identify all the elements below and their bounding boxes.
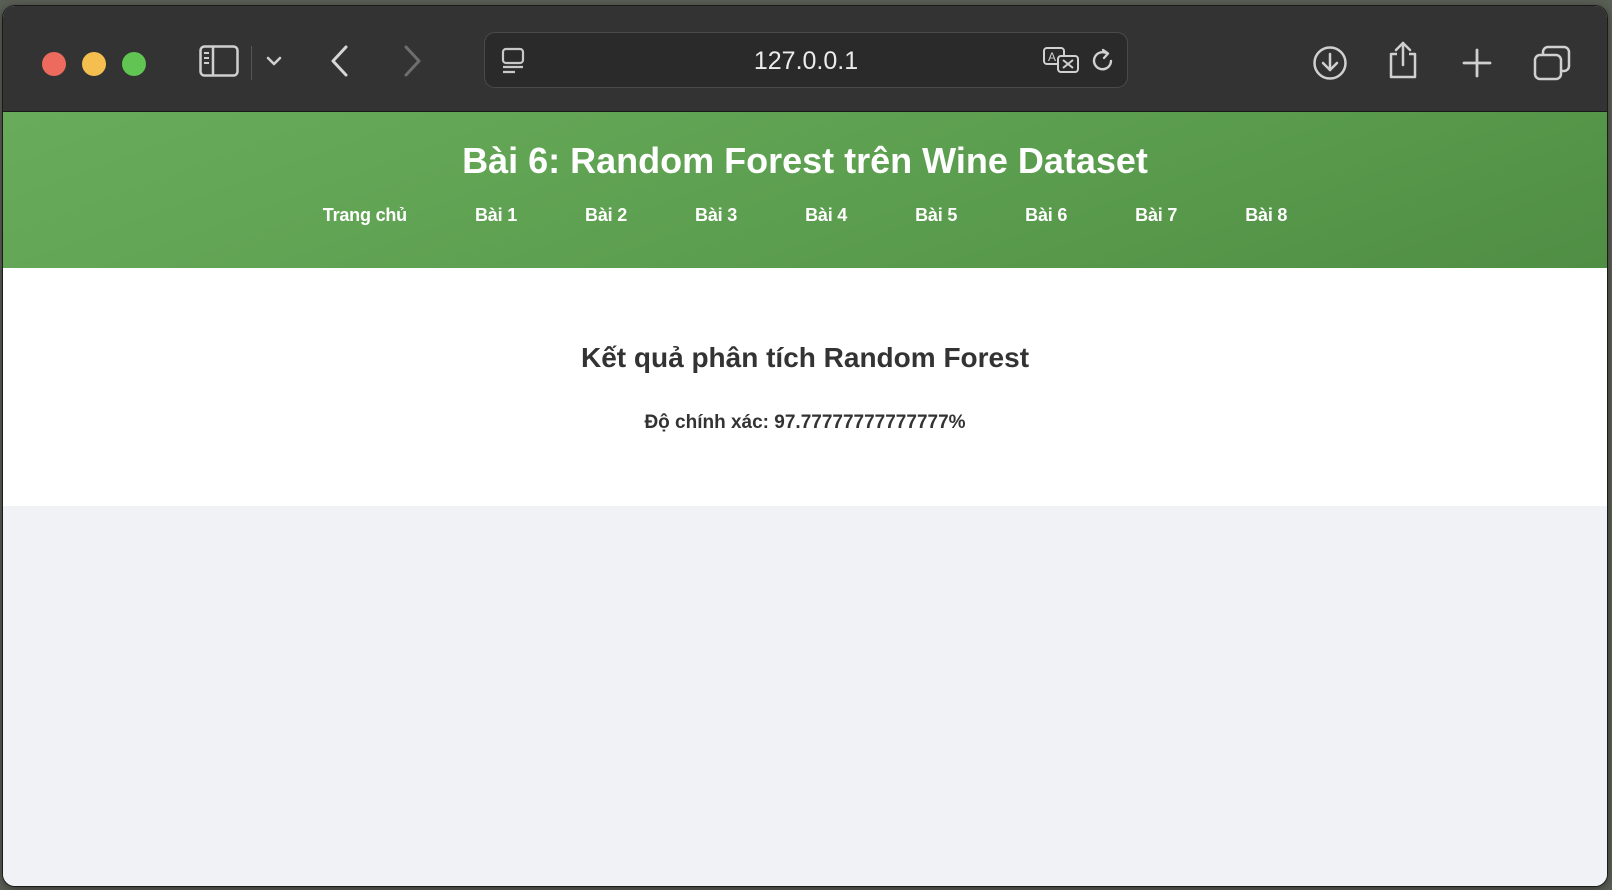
zoom-window-button[interactable] bbox=[122, 52, 146, 76]
nav-link-bai-7[interactable]: Bài 7 bbox=[1135, 205, 1177, 226]
sidebar-icon[interactable] bbox=[199, 45, 239, 77]
toolbar-divider bbox=[251, 46, 252, 80]
site-header: Bài 6: Random Forest trên Wine Dataset T… bbox=[3, 112, 1607, 268]
minimize-window-button[interactable] bbox=[82, 52, 106, 76]
reload-icon[interactable] bbox=[1089, 47, 1117, 75]
browser-window: 127.0.0.1 A Bài 6: Random Forest trên Wi… bbox=[3, 6, 1607, 886]
plus-icon[interactable] bbox=[1462, 48, 1492, 78]
nav-link-bai-8[interactable]: Bài 8 bbox=[1245, 205, 1287, 226]
nav-link-bai-3[interactable]: Bài 3 bbox=[695, 205, 737, 226]
url-text[interactable]: 127.0.0.1 bbox=[485, 33, 1127, 89]
nav-link-bai-5[interactable]: Bài 5 bbox=[915, 205, 957, 226]
back-arrow-icon[interactable] bbox=[329, 44, 351, 78]
svg-text:A: A bbox=[1048, 50, 1056, 64]
close-window-button[interactable] bbox=[42, 52, 66, 76]
result-heading: Kết quả phân tích Random Forest bbox=[580, 342, 1030, 373]
browser-toolbar: 127.0.0.1 A bbox=[3, 6, 1607, 112]
nav-link-bai-1[interactable]: Bài 1 bbox=[475, 205, 517, 226]
share-icon[interactable] bbox=[1387, 40, 1419, 80]
translate-icon[interactable]: A bbox=[1042, 46, 1082, 76]
download-icon[interactable] bbox=[1312, 45, 1348, 81]
tabs-overview-icon[interactable] bbox=[1533, 45, 1571, 81]
chevron-down-icon[interactable] bbox=[265, 54, 283, 68]
nav-link-bai-6[interactable]: Bài 6 bbox=[1025, 205, 1067, 226]
nav-link-bai-4[interactable]: Bài 4 bbox=[805, 205, 847, 226]
forward-arrow-icon[interactable] bbox=[401, 44, 423, 78]
accuracy-text: Độ chính xác: 97.77777777777777% bbox=[644, 412, 966, 433]
result-card: Kết quả phân tích Random Forest Độ chính… bbox=[3, 268, 1607, 506]
address-bar[interactable]: 127.0.0.1 A bbox=[484, 32, 1128, 88]
page-title: Bài 6: Random Forest trên Wine Dataset bbox=[462, 140, 1148, 181]
web-page: Bài 6: Random Forest trên Wine Dataset T… bbox=[3, 112, 1607, 886]
nav-link-home[interactable]: Trang chủ bbox=[323, 205, 407, 226]
main-nav: Trang chủ Bài 1 Bài 2 Bài 3 Bài 4 Bài 5 … bbox=[3, 205, 1607, 226]
nav-link-bai-2[interactable]: Bài 2 bbox=[585, 205, 627, 226]
